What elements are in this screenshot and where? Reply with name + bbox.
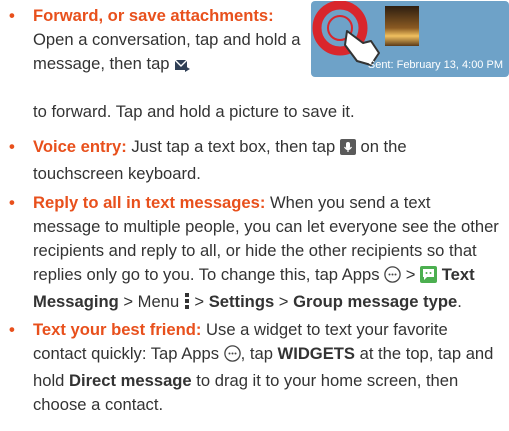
item-text: . (457, 292, 462, 311)
list-item-text-best-friend: • Text your best friend: Use a widget to… (9, 318, 501, 417)
microphone-icon (339, 138, 356, 162)
item-text: > (189, 292, 209, 311)
item-text: , tap (240, 344, 278, 363)
item-text: > (274, 292, 294, 311)
bullet: • (9, 320, 15, 339)
item-text: > (401, 265, 421, 284)
setting-name: Group message type (293, 292, 458, 311)
item-text: Open a conversation, tap and hold a mess… (33, 30, 301, 73)
item-title: Reply to all in text messages: (33, 193, 266, 212)
bullet: • (9, 193, 15, 212)
bullet: • (9, 137, 15, 156)
item-title: Forward, or save attachments: (33, 6, 274, 25)
text-messaging-app-icon (420, 266, 438, 290)
item-title: Voice entry: (33, 137, 127, 156)
list-item-reply-to-all: • Reply to all in text messages: When yo… (9, 191, 501, 317)
widget-name: Direct message (68, 371, 192, 390)
widgets-label: WIDGETS (277, 344, 355, 363)
list-item-forward-attachments-continued: to forward. Tap and hold a picture to sa… (9, 100, 501, 124)
settings-label: Settings (208, 292, 275, 311)
item-text: > Menu (118, 292, 184, 311)
item-text: Just tap a text box, then tap (126, 137, 340, 156)
item-title: Text your best friend: (33, 320, 202, 339)
bullet: • (9, 6, 15, 25)
forward-icon (174, 55, 191, 79)
apps-icon (384, 266, 401, 290)
apps-icon (223, 345, 241, 369)
item-text: to forward. Tap and hold a picture to sa… (33, 102, 355, 121)
message-thumbnail: Sent: February 13, 4:00 PM (311, 1, 509, 77)
sent-timestamp: Sent: February 13, 4:00 PM (367, 59, 503, 71)
list-item-voice-entry: • Voice entry: Just tap a text box, then… (9, 135, 501, 186)
attachment-picture (385, 6, 419, 46)
